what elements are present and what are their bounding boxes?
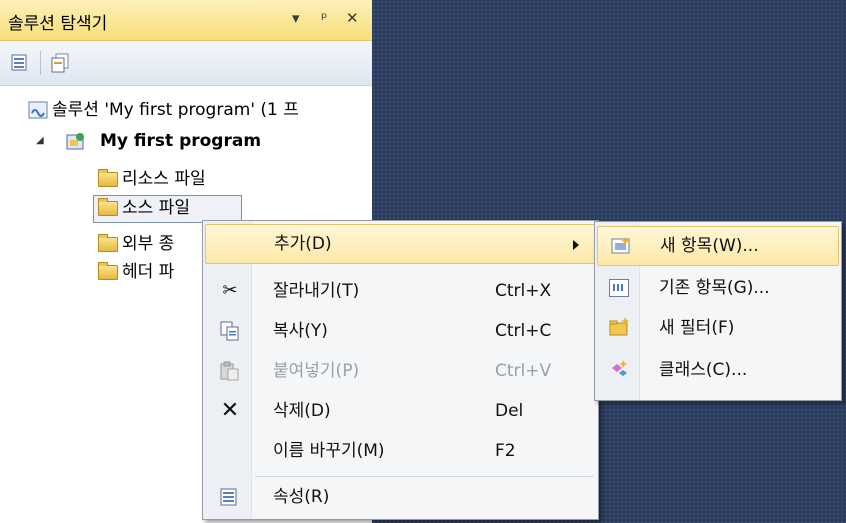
context-menu: 추가(D) ✂ 잘라내기(T) Ctrl+X 복사(Y) Ctrl+C 붙여넣기…: [202, 220, 599, 520]
properties-icon[interactable]: [10, 53, 30, 73]
menu-item-label: 속성(R): [273, 487, 330, 507]
menu-item-shortcut: Ctrl+C: [495, 321, 552, 341]
submenu-item-new-item[interactable]: 새 항목(W)...: [597, 226, 839, 266]
menu-item-label: 이름 바꾸기(M): [273, 441, 385, 461]
menu-item-label: 새 필터(F): [659, 318, 735, 338]
menu-item-paste[interactable]: 붙여넣기(P) Ctrl+V: [205, 351, 596, 391]
pin-icon[interactable]: ᵖ: [321, 9, 327, 27]
tree-project[interactable]: ◢ My first program: [36, 128, 372, 154]
submenu-arrow-icon: [573, 240, 579, 250]
new-filter-icon: [609, 317, 630, 336]
menu-item-copy[interactable]: 복사(Y) Ctrl+C: [205, 311, 596, 351]
properties-icon: [220, 488, 237, 506]
submenu-item-new-filter[interactable]: 새 필터(F): [597, 308, 839, 348]
toolbar-separator: [40, 51, 41, 75]
folder-icon: [98, 169, 118, 187]
folder-label: 외부 종: [122, 234, 175, 254]
paste-icon: [220, 361, 239, 381]
delete-icon: ✕: [220, 398, 240, 423]
panel-toolbar: [0, 41, 372, 86]
menu-item-label: 기존 항목(G)...: [659, 278, 770, 298]
folder-icon: [98, 262, 118, 280]
submenu-item-existing-item[interactable]: 기존 항목(G)...: [597, 268, 839, 308]
menu-item-label: 복사(Y): [273, 321, 328, 341]
project-icon: [66, 133, 84, 150]
menu-item-shortcut: Ctrl+V: [495, 361, 552, 381]
menu-item-label: 추가(D): [274, 234, 332, 254]
tree-solution[interactable]: 솔루션 'My first program' (1 프: [28, 97, 372, 123]
menu-item-label: 삭제(D): [273, 401, 331, 421]
menu-item-shortcut: Ctrl+X: [495, 281, 552, 301]
expand-icon[interactable]: ◢: [36, 128, 44, 154]
folder-label: 리소스 파일: [122, 169, 206, 189]
menu-item-add[interactable]: 추가(D): [205, 224, 596, 264]
folder-label: 소스 파일: [122, 198, 190, 218]
folder-icon: [98, 234, 118, 252]
panel-header: 솔루션 탐색기 ▾ ᵖ ✕: [0, 0, 372, 41]
scissors-icon: ✂: [222, 280, 238, 301]
new-item-icon: [611, 237, 630, 254]
project-label: My first program: [100, 131, 262, 151]
submenu-add: 새 항목(W)... 기존 항목(G)... 새 필터(F) 클래스(C)...: [594, 221, 842, 401]
panel-title: 솔루션 탐색기: [8, 14, 108, 34]
close-icon[interactable]: ✕: [346, 9, 359, 27]
show-all-files-icon[interactable]: [50, 53, 70, 73]
class-icon: [612, 360, 628, 376]
solution-icon: [28, 101, 48, 119]
folder-label: 헤더 파: [122, 262, 175, 282]
existing-item-icon: [609, 279, 629, 297]
menu-item-label: 붙여넣기(P): [273, 361, 360, 381]
menu-item-cut[interactable]: ✂ 잘라내기(T) Ctrl+X: [205, 271, 596, 311]
menu-item-properties[interactable]: 속성(R): [205, 477, 596, 517]
dropdown-icon[interactable]: ▾: [292, 9, 300, 27]
solution-label: 솔루션 'My first program' (1 프: [52, 100, 299, 120]
menu-item-delete[interactable]: ✕ 삭제(D) Del: [205, 391, 596, 431]
menu-item-label: 잘라내기(T): [273, 281, 360, 301]
copy-icon: [220, 321, 239, 341]
menu-item-shortcut: F2: [495, 441, 516, 461]
folder-icon: [98, 198, 118, 216]
submenu-item-class[interactable]: 클래스(C)...: [597, 350, 839, 390]
menu-item-shortcut: Del: [495, 401, 524, 421]
menu-item-label: 클래스(C)...: [659, 360, 748, 380]
menu-item-rename[interactable]: 이름 바꾸기(M) F2: [205, 431, 596, 471]
menu-item-label: 새 항목(W)...: [660, 236, 759, 256]
